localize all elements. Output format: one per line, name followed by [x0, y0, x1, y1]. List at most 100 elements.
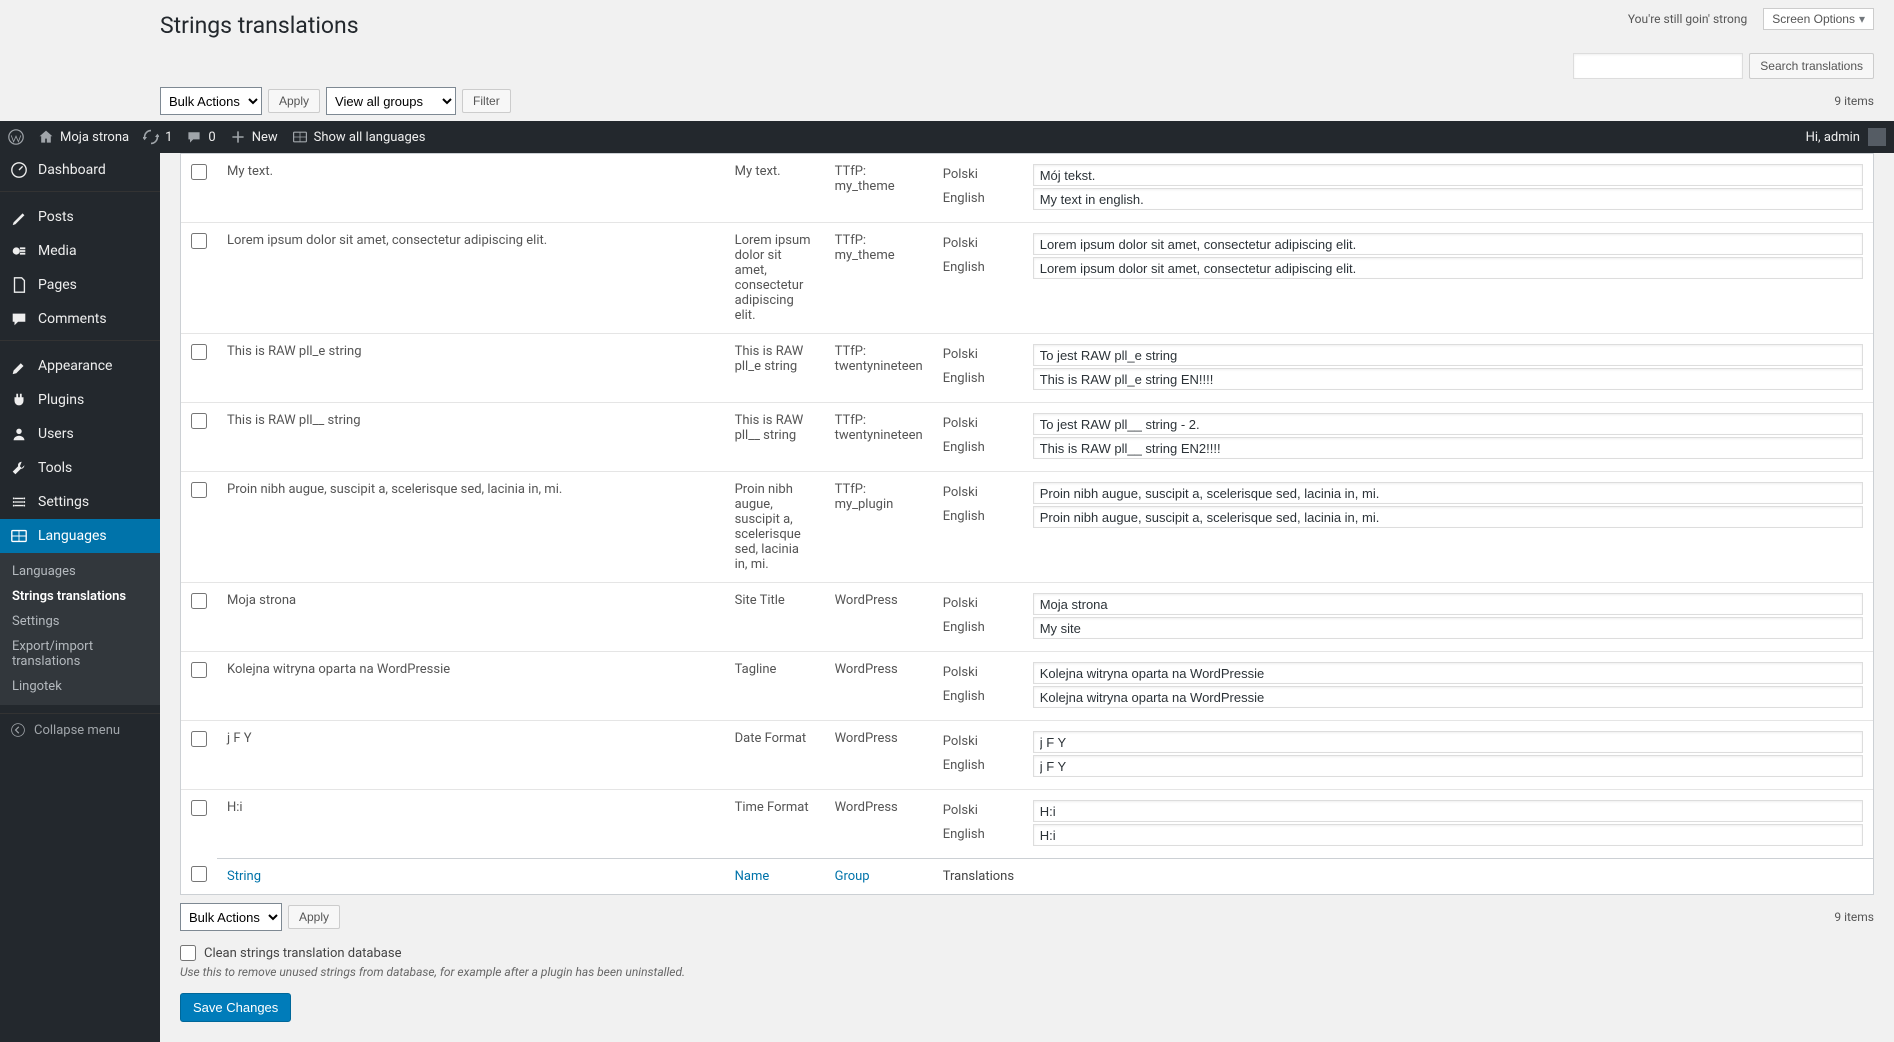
row-checkbox[interactable]: [191, 233, 207, 249]
row-checkbox[interactable]: [191, 344, 207, 360]
wp-logo-icon[interactable]: [8, 129, 24, 145]
cell-name: This is RAW pll_e string: [725, 333, 825, 402]
cell-languages: PolskiEnglish: [933, 651, 1023, 720]
cell-translations: [1023, 471, 1873, 582]
row-checkbox[interactable]: [191, 482, 207, 498]
apply-button-top[interactable]: Apply: [268, 89, 320, 113]
strings-table: My text.My text.TTfP: my_themePolskiEngl…: [180, 153, 1874, 895]
translation-input-pl[interactable]: [1033, 593, 1863, 615]
row-checkbox[interactable]: [191, 800, 207, 816]
translation-input-pl[interactable]: [1033, 731, 1863, 753]
cell-string: Proin nibh augue, suscipit a, scelerisqu…: [217, 471, 725, 582]
filter-button[interactable]: Filter: [462, 89, 511, 113]
cell-languages: PolskiEnglish: [933, 333, 1023, 402]
collapse-menu-button[interactable]: Collapse menu: [0, 713, 160, 746]
select-all-bottom[interactable]: [191, 866, 207, 882]
translation-input-en[interactable]: [1033, 617, 1863, 639]
row-checkbox[interactable]: [191, 731, 207, 747]
cell-string: H:i: [217, 789, 725, 858]
lang-label-pl: Polski: [943, 593, 1013, 617]
user-greeting[interactable]: Hi, admin: [1806, 130, 1860, 145]
apply-button-bottom[interactable]: Apply: [288, 905, 340, 929]
translation-input-en[interactable]: [1033, 506, 1863, 528]
sidebar-item-posts[interactable]: Posts: [0, 200, 160, 234]
search-input[interactable]: [1573, 53, 1743, 79]
sidebar-item-plugins[interactable]: Plugins: [0, 383, 160, 417]
clean-db-label[interactable]: Clean strings translation database: [180, 945, 1874, 961]
clean-db-checkbox[interactable]: [180, 945, 196, 961]
new-link[interactable]: New: [230, 129, 278, 145]
submenu-settings[interactable]: Settings: [0, 609, 160, 634]
group-filter-select[interactable]: View all groups: [326, 87, 456, 115]
admin-bar: Moja strona 1 0 New Show all languages H…: [0, 121, 1894, 153]
lang-label-en: English: [943, 824, 1013, 848]
table-row: Proin nibh augue, suscipit a, scelerisqu…: [181, 471, 1873, 582]
submenu-lingotek[interactable]: Lingotek: [0, 674, 160, 699]
sidebar-label-pages: Pages: [38, 277, 77, 293]
bulk-actions-select-top[interactable]: Bulk Actions: [160, 87, 262, 115]
comments-count: 0: [208, 130, 215, 145]
sidebar-item-comments[interactable]: Comments: [0, 302, 160, 336]
table-row: My text.My text.TTfP: my_themePolskiEngl…: [181, 154, 1873, 222]
row-checkbox[interactable]: [191, 593, 207, 609]
submenu-strings[interactable]: Strings translations: [0, 584, 160, 609]
cell-string: Moja strona: [217, 582, 725, 651]
translation-input-en[interactable]: [1033, 257, 1863, 279]
translation-input-pl[interactable]: [1033, 344, 1863, 366]
sidebar-label-languages: Languages: [38, 528, 107, 544]
col-string[interactable]: String: [217, 858, 725, 894]
save-changes-button[interactable]: Save Changes: [180, 993, 291, 1022]
sidebar-label-tools: Tools: [38, 460, 72, 476]
translation-input-en[interactable]: [1033, 755, 1863, 777]
translation-input-en[interactable]: [1033, 437, 1863, 459]
search-translations-button[interactable]: Search translations: [1749, 53, 1874, 79]
lang-label-en: English: [943, 188, 1013, 212]
updates-link[interactable]: 1: [143, 129, 172, 145]
translation-input-pl[interactable]: [1033, 662, 1863, 684]
lang-label-pl: Polski: [943, 662, 1013, 686]
lang-label-en: English: [943, 368, 1013, 392]
table-row: Lorem ipsum dolor sit amet, consectetur …: [181, 222, 1873, 333]
row-checkbox[interactable]: [191, 413, 207, 429]
translation-input-en[interactable]: [1033, 824, 1863, 846]
sidebar-label-appearance: Appearance: [38, 358, 112, 374]
cell-translations: [1023, 222, 1873, 333]
translation-input-pl[interactable]: [1033, 482, 1863, 504]
page-title: Strings translations: [160, 12, 359, 39]
avatar[interactable]: [1868, 128, 1886, 146]
show-languages-label: Show all languages: [314, 130, 426, 145]
lang-label-pl: Polski: [943, 413, 1013, 437]
sidebar-item-appearance[interactable]: Appearance: [0, 349, 160, 383]
lang-label-pl: Polski: [943, 233, 1013, 257]
translation-input-en[interactable]: [1033, 368, 1863, 390]
col-name[interactable]: Name: [725, 858, 825, 894]
items-count-bottom: 9 items: [1834, 910, 1874, 924]
bulk-actions-select-bottom[interactable]: Bulk Actions: [180, 903, 282, 931]
translation-input-en[interactable]: [1033, 188, 1863, 210]
sidebar-item-tools[interactable]: Tools: [0, 451, 160, 485]
row-checkbox[interactable]: [191, 164, 207, 180]
lang-label-pl: Polski: [943, 344, 1013, 368]
translation-input-pl[interactable]: [1033, 233, 1863, 255]
site-name-link[interactable]: Moja strona: [38, 129, 129, 145]
submenu-export[interactable]: Export/import translations: [0, 634, 160, 674]
translation-input-pl[interactable]: [1033, 800, 1863, 822]
sidebar-item-media[interactable]: Media: [0, 234, 160, 268]
show-languages-link[interactable]: Show all languages: [292, 129, 426, 145]
screen-options-button[interactable]: Screen Options: [1763, 8, 1874, 30]
sidebar-item-settings[interactable]: Settings: [0, 485, 160, 519]
row-checkbox[interactable]: [191, 662, 207, 678]
col-translations: Translations: [933, 858, 1873, 894]
lang-label-en: English: [943, 686, 1013, 710]
updates-count: 1: [165, 130, 172, 145]
sidebar-item-users[interactable]: Users: [0, 417, 160, 451]
submenu-languages[interactable]: Languages: [0, 559, 160, 584]
sidebar-item-dashboard[interactable]: Dashboard: [0, 153, 160, 187]
sidebar-item-languages[interactable]: Languages: [0, 519, 160, 553]
sidebar-item-pages[interactable]: Pages: [0, 268, 160, 302]
translation-input-pl[interactable]: [1033, 413, 1863, 435]
translation-input-en[interactable]: [1033, 686, 1863, 708]
comments-link[interactable]: 0: [186, 129, 215, 145]
col-group[interactable]: Group: [825, 858, 933, 894]
translation-input-pl[interactable]: [1033, 164, 1863, 186]
